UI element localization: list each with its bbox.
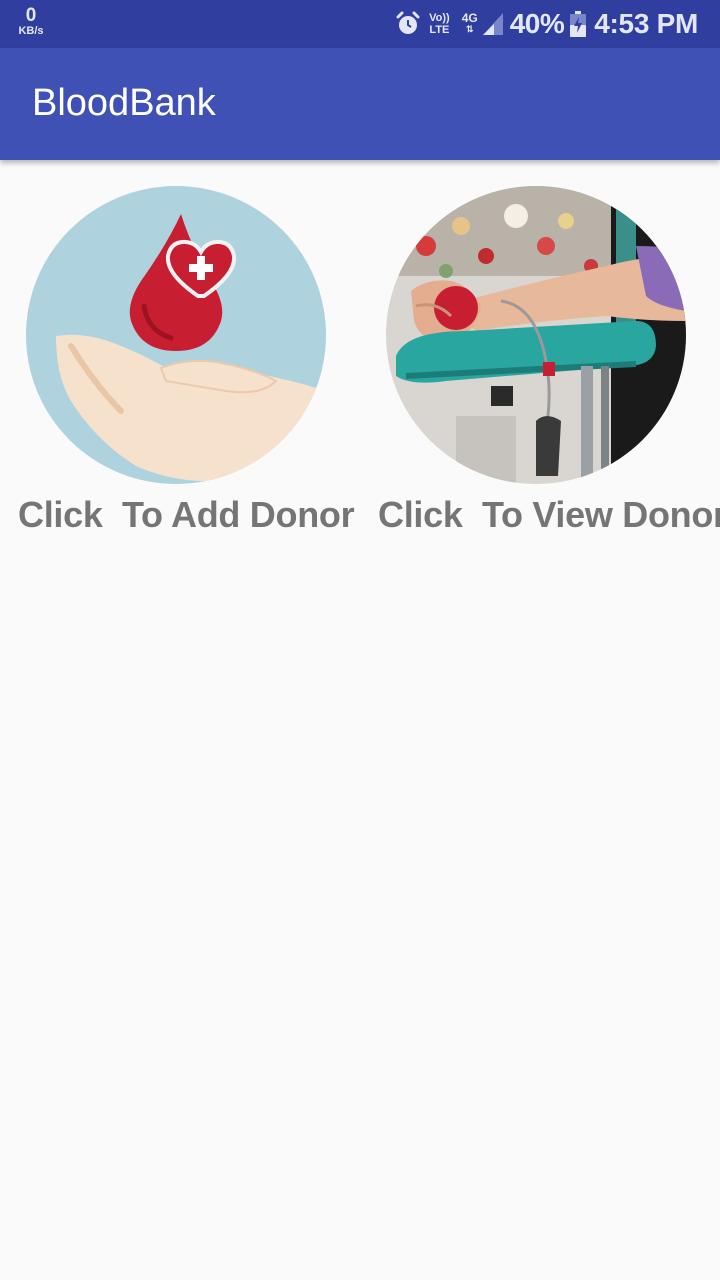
alarm-icon [395,11,421,37]
add-donor-label[interactable]: Click To Add Donor [18,494,355,536]
view-donor-image[interactable] [386,186,686,484]
add-donor-button[interactable] [26,186,326,484]
battery-charging-icon [570,11,587,37]
network-speed: 0 KB/s [14,6,48,37]
network-speed-value: 0 [25,5,37,26]
add-donor-image[interactable] [26,186,326,484]
battery-percent: 40% [509,8,565,39]
view-donor-label[interactable]: Click To View Donor [378,494,720,536]
network-speed-unit: KB/s [18,25,44,37]
network-type-label: 4G [461,11,478,25]
data-arrows-icon: ⇅ [465,24,474,34]
clock: 4:53 PM [594,8,698,39]
volte-top-label: Vo)) [429,12,450,24]
signal-icon [482,12,504,36]
app-bar: BloodBank [0,48,720,160]
volte-bottom-label: LTE [429,24,450,36]
status-bar: 0 KB/s Vo)) LTE 4G ⇅ 40% 4:53 PM [0,0,720,48]
app-title: BloodBank [32,82,216,124]
volte-icon: Vo)) LTE [429,12,450,36]
view-donor-button[interactable] [386,186,686,484]
network-type: 4G ⇅ [461,11,478,35]
